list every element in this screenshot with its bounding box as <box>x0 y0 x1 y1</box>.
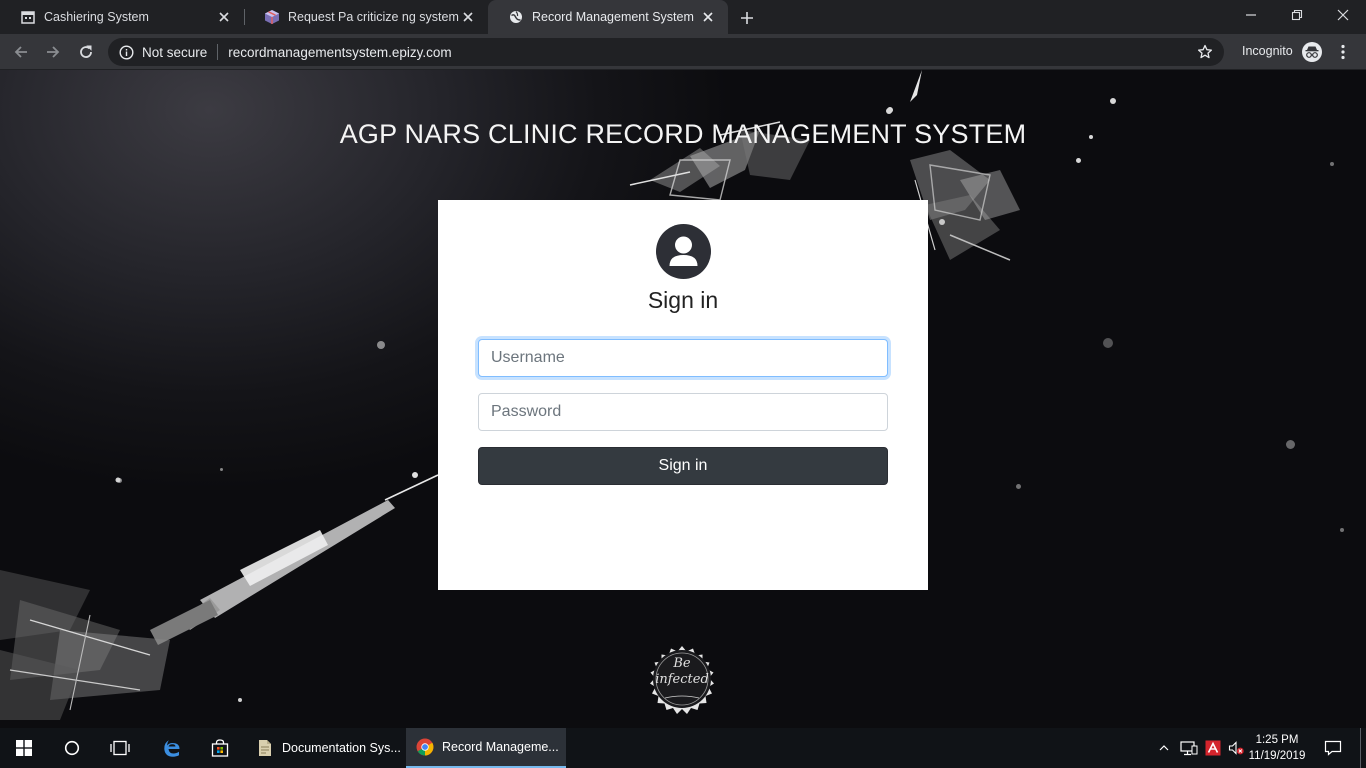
search-circle-icon <box>64 740 80 756</box>
edge-button[interactable] <box>148 728 196 768</box>
taskbar-app-label: Documentation Sys... <box>282 741 401 755</box>
splash-dot <box>377 341 385 349</box>
taskbar-app-record-management[interactable]: Record Manageme... <box>406 728 566 768</box>
splash-dot <box>1340 528 1344 532</box>
splash-dot <box>1076 158 1081 163</box>
store-bag-icon <box>211 739 229 757</box>
clock-time: 1:25 PM <box>1255 734 1299 746</box>
reload-button[interactable] <box>74 40 98 64</box>
restore-icon <box>1291 9 1303 21</box>
menu-button[interactable] <box>1334 43 1352 61</box>
tray-overflow-chevron[interactable] <box>1156 728 1172 768</box>
network-tray-icon[interactable] <box>1178 728 1200 768</box>
page-viewport: AGP NARS CLINIC RECORD MANAGEMENT SYSTEM… <box>0 70 1366 728</box>
user-avatar-icon <box>656 224 711 279</box>
incognito-icon[interactable] <box>1302 42 1322 62</box>
taskbar-app-label: Record Manageme... <box>442 740 559 754</box>
seal-text-line: infected <box>655 672 709 687</box>
splash-dot <box>117 478 122 483</box>
login-card: Sign in Sign in <box>438 200 928 590</box>
browser-tab-strip: Cashiering System Request Pa criticize n… <box>0 0 1366 34</box>
info-icon[interactable] <box>118 44 134 60</box>
document-icon <box>256 739 274 757</box>
calendar-icon <box>20 9 36 25</box>
incognito-label: Incognito <box>1242 44 1293 58</box>
antivirus-tray-icon[interactable] <box>1202 728 1224 768</box>
chevron-up-icon <box>1159 745 1169 751</box>
seal-text-line: Be <box>673 656 691 671</box>
splash-dot <box>220 468 223 471</box>
username-input[interactable] <box>478 339 888 377</box>
close-icon[interactable] <box>216 9 232 25</box>
shield-alert-icon <box>1205 740 1221 756</box>
more-vert-icon <box>1341 44 1345 60</box>
arrow-left-icon <box>14 46 27 58</box>
bookmark-star-icon[interactable] <box>1196 43 1214 61</box>
splash-dot <box>1110 98 1116 104</box>
seal-text: Be infected <box>652 656 712 688</box>
forward-button[interactable] <box>41 40 65 64</box>
windows-logo-icon <box>16 740 32 756</box>
reload-icon <box>80 45 92 58</box>
close-window-button[interactable] <box>1320 0 1366 30</box>
arrow-right-icon <box>47 46 60 58</box>
volume-tray-icon[interactable] <box>1226 728 1246 768</box>
tab-cashiering-system[interactable]: Cashiering System <box>0 0 244 34</box>
system-clock[interactable]: 1:25 PM 11/19/2019 <box>1244 732 1310 764</box>
splash-dot <box>1286 440 1295 449</box>
sign-in-heading: Sign in <box>647 287 719 313</box>
splash-dot <box>1330 162 1334 166</box>
restore-button[interactable] <box>1274 0 1320 30</box>
new-tab-button[interactable] <box>736 7 758 29</box>
address-bar[interactable]: Not secure recordmanagementsystem.epizy.… <box>108 38 1224 66</box>
action-center-button[interactable] <box>1318 728 1348 768</box>
sign-in-button[interactable]: Sign in <box>478 447 888 485</box>
globe-icon <box>508 9 524 25</box>
tab-record-management-system[interactable]: Record Management System <box>488 0 728 34</box>
tab-label: Cashiering System <box>44 10 149 24</box>
minimize-button[interactable] <box>1228 0 1274 30</box>
show-desktop-button[interactable] <box>1360 728 1366 768</box>
syringe-decoration <box>0 472 439 720</box>
cortana-button[interactable] <box>48 728 96 768</box>
page-title: AGP NARS CLINIC RECORD MANAGEMENT SYSTEM <box>339 119 1027 149</box>
url-text[interactable]: recordmanagementsystem.epizy.com <box>228 45 1196 60</box>
password-input[interactable] <box>478 393 888 431</box>
windows-taskbar: Documentation Sys... Record Manageme... … <box>0 728 1366 768</box>
plus-icon <box>741 12 753 24</box>
task-view-icon <box>110 740 130 756</box>
tab-label: Request Pa criticize ng system fo <box>288 10 460 24</box>
chrome-icon <box>416 738 434 756</box>
splash-dot <box>1016 484 1021 489</box>
volume-muted-icon <box>1228 741 1244 755</box>
tab-request-criticize[interactable]: Request Pa criticize ng system fo <box>244 0 488 34</box>
browser-toolbar: Not secure recordmanagementsystem.epizy.… <box>0 34 1366 70</box>
notification-icon <box>1324 740 1342 756</box>
package-icon <box>264 9 280 25</box>
store-button[interactable] <box>196 728 244 768</box>
start-button[interactable] <box>0 728 48 768</box>
back-button[interactable] <box>9 40 33 64</box>
splash-dot <box>1103 338 1113 348</box>
close-icon <box>1337 9 1349 21</box>
edge-icon <box>164 740 180 757</box>
clock-date: 11/19/2019 <box>1248 750 1306 762</box>
security-label: Not secure <box>142 44 208 60</box>
taskbar-app-documentation[interactable]: Documentation Sys... <box>246 728 402 768</box>
network-icon <box>1180 741 1198 756</box>
minimize-icon <box>1246 14 1256 16</box>
address-divider <box>217 44 219 60</box>
task-view-button[interactable] <box>96 728 144 768</box>
close-icon[interactable] <box>460 9 476 25</box>
close-icon[interactable] <box>700 9 716 25</box>
tab-label: Record Management System <box>532 10 694 24</box>
splash-dot <box>886 108 892 114</box>
